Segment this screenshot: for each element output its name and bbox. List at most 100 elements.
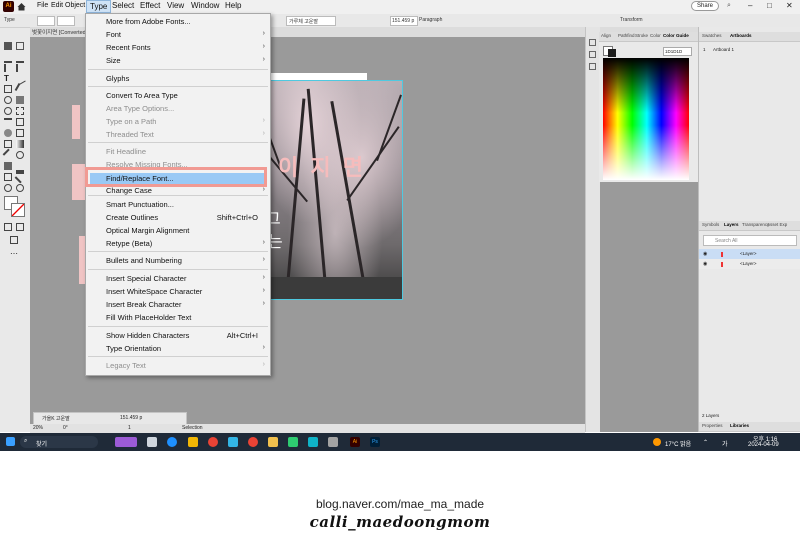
menu-type[interactable]: Type [86, 0, 112, 13]
shape-builder-icon[interactable] [4, 129, 12, 137]
type-tool-icon[interactable]: T [4, 74, 12, 83]
tab-color[interactable]: Color [650, 33, 661, 38]
tab-stroke[interactable]: Stroke [635, 33, 648, 38]
gradient-tool-icon[interactable] [16, 140, 24, 148]
menu-edit[interactable]: Edit [51, 2, 63, 9]
magic-wand-icon[interactable] [4, 53, 12, 63]
type-menu-item[interactable]: Create Outlines [106, 213, 158, 222]
windows-start-icon[interactable] [6, 437, 15, 446]
minimize-icon[interactable]: – [748, 1, 752, 10]
selection-tool-icon[interactable] [4, 42, 12, 50]
float-size-field[interactable]: 151.459 p [120, 415, 142, 421]
tab-artboards[interactable]: Artboards [730, 33, 752, 38]
float-font-field[interactable]: 가을K 고운딸 [42, 415, 70, 422]
more-tools-icon[interactable]: ⋯ [10, 249, 18, 258]
close-icon[interactable]: ✕ [786, 1, 793, 10]
tab-properties[interactable]: Properties [702, 423, 723, 428]
menu-view[interactable]: View [167, 1, 184, 10]
home-icon[interactable] [16, 1, 27, 12]
character-panel-icon[interactable] [589, 51, 596, 58]
file-explorer-icon[interactable] [188, 437, 198, 447]
tab-align[interactable]: Align [601, 33, 611, 38]
tab-symbols[interactable]: Symbols [702, 222, 719, 227]
rotation-field[interactable]: 0° [63, 425, 68, 431]
paragraph-panel-icon[interactable] [589, 39, 596, 46]
type-menu-item[interactable]: Size [106, 56, 121, 65]
type-menu-item[interactable]: Change Case [106, 186, 152, 195]
spreadsheet-icon[interactable] [288, 437, 298, 447]
zoom-tool-icon[interactable] [16, 184, 24, 192]
artboard-item[interactable]: Artboard 1 [713, 47, 734, 52]
page-field[interactable]: 1 [128, 425, 131, 431]
type-menu-item[interactable]: Type Orientation [106, 344, 161, 353]
canvas-pink-shape[interactable] [72, 105, 80, 139]
artboard-tool-icon[interactable] [4, 173, 12, 181]
paragraph-label[interactable]: Paragraph [419, 17, 442, 23]
eyedropper-icon[interactable] [2, 148, 16, 162]
tab-libraries[interactable]: Libraries [730, 423, 749, 428]
pen-tool-icon[interactable] [4, 64, 14, 72]
screen-mode-icon[interactable] [10, 236, 18, 244]
type-menu-item[interactable]: Retype (Beta) [106, 239, 152, 248]
size-field[interactable]: 151.459 p [390, 16, 418, 26]
eraser-icon[interactable] [16, 96, 24, 104]
color-mode-icon[interactable] [4, 223, 12, 231]
menu-effect[interactable]: Effect [140, 1, 160, 10]
type-menu-item[interactable]: Bullets and Numbering [106, 256, 182, 265]
tray-chevron-icon[interactable]: ⌃ [703, 439, 708, 446]
type-menu-item[interactable]: Insert WhiteSpace Character [106, 287, 202, 296]
layer-row[interactable]: ◉ <Layer> [699, 259, 800, 269]
visibility-eye-icon[interactable]: ◉ [703, 251, 707, 257]
color-spectrum[interactable] [603, 58, 689, 180]
scale-tool-icon[interactable] [16, 107, 24, 115]
share-button[interactable]: Share [691, 1, 720, 11]
type-menu-item[interactable]: Insert Special Character [106, 274, 186, 283]
type-menu-item[interactable]: Insert Break Character [106, 300, 181, 309]
zoom-field[interactable]: 20% [33, 425, 43, 431]
layer-name[interactable]: <Layer> [740, 251, 757, 256]
photos-icon[interactable] [328, 437, 338, 447]
store-icon[interactable] [308, 437, 318, 447]
layer-name[interactable]: <Layer> [740, 261, 757, 266]
menu-help[interactable]: Help [225, 1, 241, 10]
shaper-tool-icon[interactable] [4, 96, 12, 104]
stroke-swatch[interactable] [57, 16, 75, 26]
font-field[interactable]: 가루체 고운딸 [286, 16, 336, 26]
tab-color-guide[interactable]: Color Guide [663, 33, 689, 38]
tab-layers[interactable]: Layers [724, 222, 739, 227]
app-icon[interactable] [228, 437, 238, 447]
task-view-icon[interactable] [147, 437, 157, 447]
lasso-icon[interactable] [16, 53, 24, 63]
visibility-eye-icon[interactable]: ◉ [703, 261, 707, 267]
opentype-panel-icon[interactable] [589, 63, 596, 70]
canvas-pink-shape[interactable] [72, 164, 86, 200]
tab-transparency[interactable]: Transparency [742, 222, 769, 227]
mesh-tool-icon[interactable] [4, 140, 12, 148]
stroke-swatch-small[interactable] [608, 49, 616, 57]
folder-icon[interactable] [268, 437, 278, 447]
menu-object[interactable]: Object [65, 2, 85, 9]
search-icon[interactable]: ⌕ [727, 2, 731, 10]
weather-icon[interactable] [653, 438, 661, 446]
type-menu-item[interactable]: Convert To Area Type [106, 91, 178, 100]
taskbar-widget-icon[interactable] [115, 437, 137, 447]
fill-swatch[interactable] [37, 16, 55, 26]
layers-search-input[interactable]: Search All [703, 235, 797, 246]
type-menu-item[interactable]: Glyphs [106, 74, 129, 83]
rectangle-tool-icon[interactable] [4, 85, 12, 93]
rotate-tool-icon[interactable] [4, 107, 12, 115]
menu-select[interactable]: Select [112, 1, 134, 10]
google-icon[interactable] [248, 437, 258, 447]
blend-tool-icon[interactable] [16, 151, 24, 159]
menu-window[interactable]: Window [191, 1, 219, 10]
hex-field[interactable]: 1D1D1D [663, 47, 692, 56]
paintbrush-icon[interactable] [14, 83, 28, 95]
type-menu-item[interactable]: Fill With PlaceHolder Text [106, 313, 191, 322]
edge-icon[interactable] [167, 437, 177, 447]
chrome-icon[interactable] [208, 437, 218, 447]
layer-row[interactable]: ◉ <Layer> [699, 249, 800, 259]
direct-selection-tool-icon[interactable] [16, 42, 24, 50]
stroke-color-icon[interactable] [11, 203, 25, 217]
photoshop-taskbar-icon[interactable]: Ps [370, 437, 380, 447]
type-menu-item[interactable]: Find/Replace Font... [106, 174, 174, 183]
